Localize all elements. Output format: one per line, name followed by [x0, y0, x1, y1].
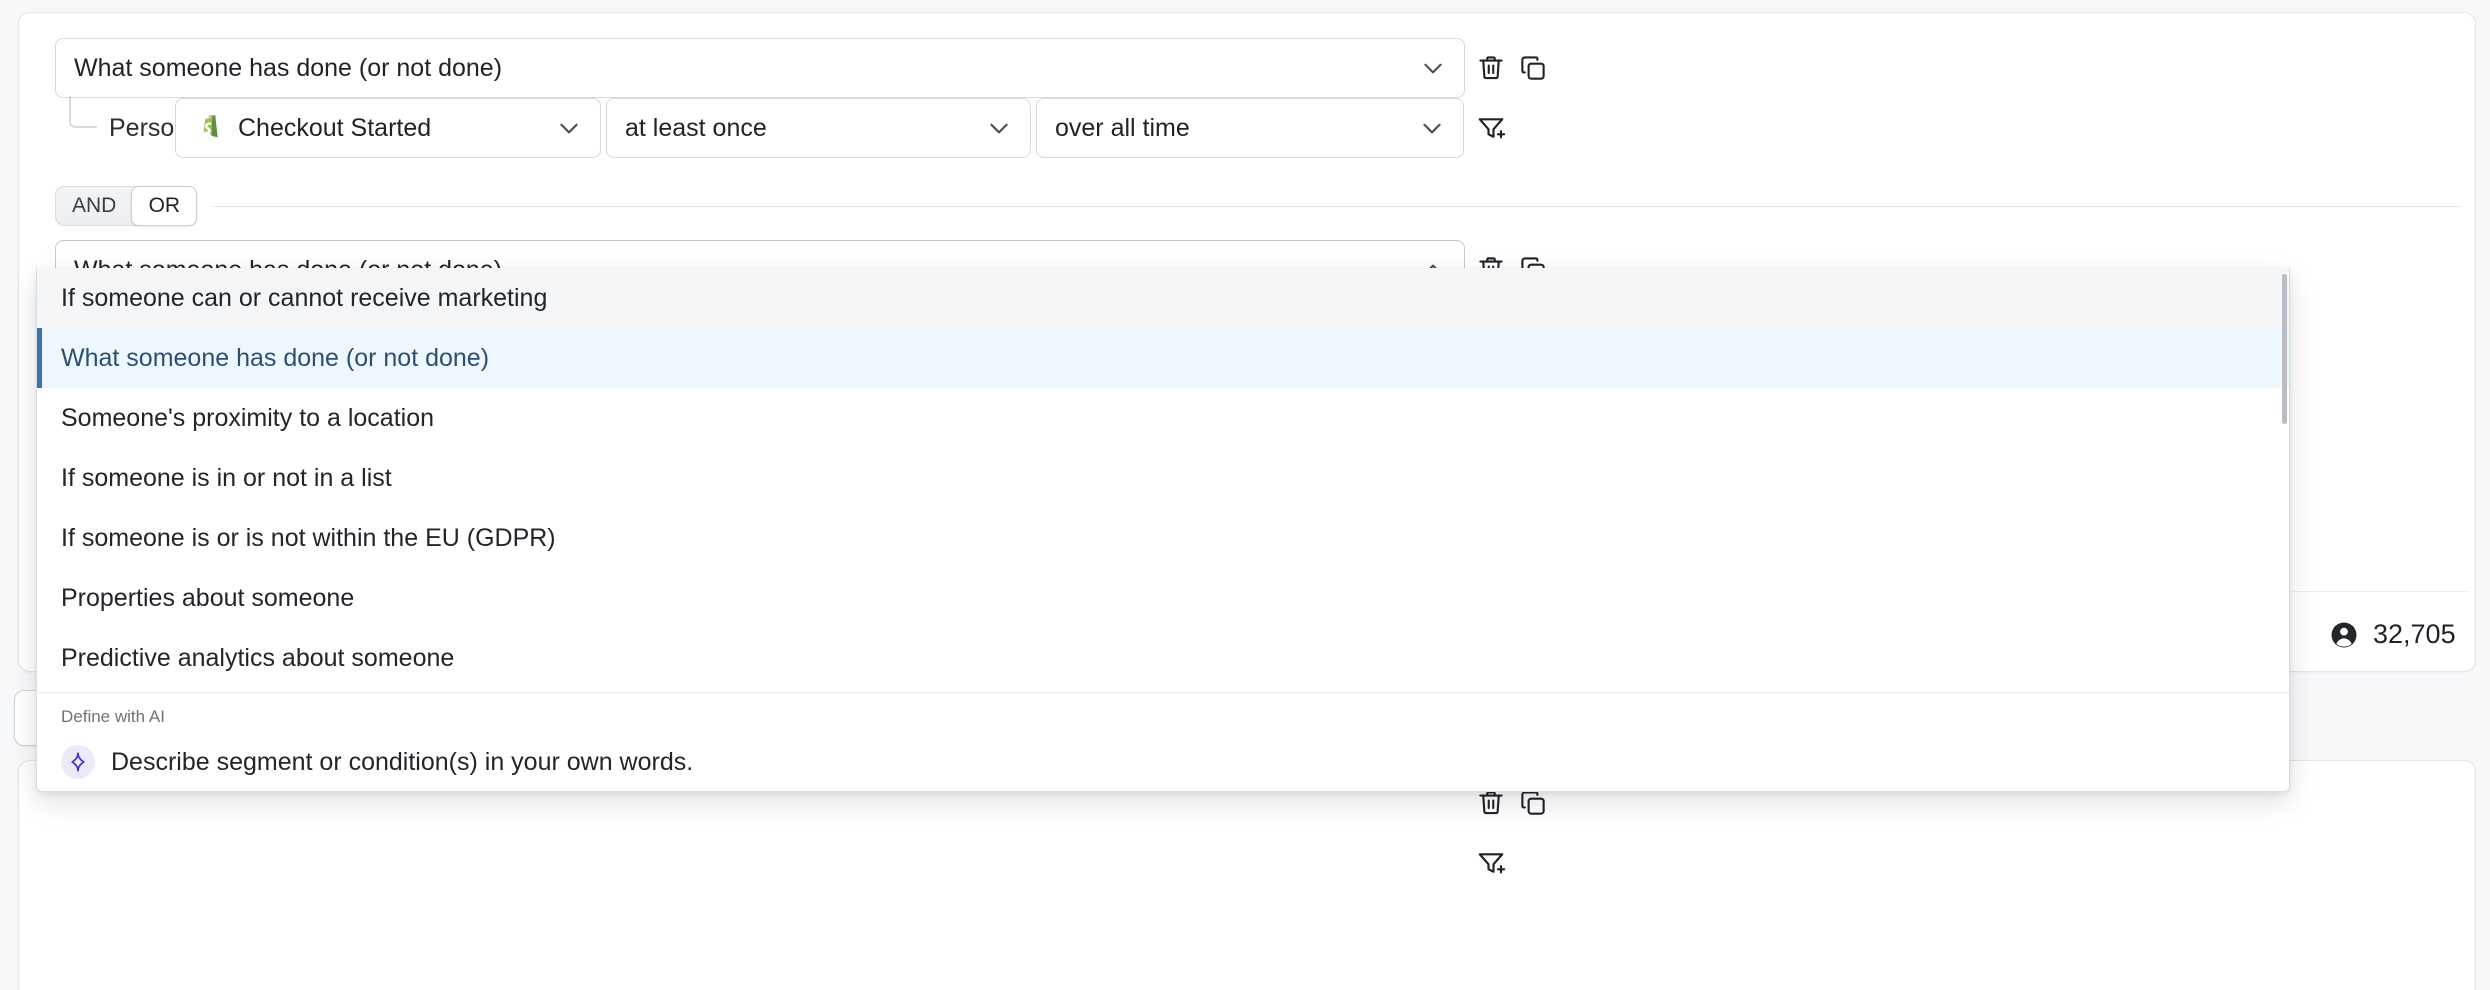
frequency-value-1: at least once [625, 114, 974, 143]
logic-option-or[interactable]: OR [131, 186, 197, 226]
chevron-down-icon [986, 115, 1012, 141]
dropdown-option-list[interactable]: If someone is in or not in a list [37, 448, 2289, 508]
dropdown-option-predictive[interactable]: Predictive analytics about someone [37, 628, 2289, 688]
describe-with-ai-option[interactable]: Describe segment or condition(s) in your… [37, 733, 2289, 791]
add-filter-button-4[interactable] [1471, 843, 1511, 883]
dropdown-scrollbar[interactable] [2282, 274, 2287, 424]
shopify-bag-icon [194, 112, 224, 144]
timeframe-value-1: over all time [1055, 114, 1407, 143]
condition-card-2 [18, 760, 2476, 990]
delete-condition-button-1[interactable] [1471, 48, 1511, 88]
dropdown-option-properties[interactable]: Properties about someone [37, 568, 2289, 628]
chevron-down-icon [1420, 55, 1446, 81]
chevron-down-icon [1419, 115, 1445, 141]
profile-count-badge: 32,705 [2329, 619, 2456, 650]
condition-type-value-1: What someone has done (or not done) [74, 54, 1408, 83]
dropdown-option-gdpr[interactable]: If someone is or is not within the EU (G… [37, 508, 2289, 568]
logic-operator-toggle[interactable]: AND OR [55, 186, 197, 226]
dropdown-option-marketing[interactable]: If someone can or cannot receive marketi… [37, 268, 2289, 328]
frequency-select-1[interactable]: at least once [606, 98, 1031, 158]
duplicate-condition-button-1[interactable] [1513, 48, 1553, 88]
dropdown-option-behavior[interactable]: What someone has done (or not done) [37, 328, 2289, 388]
add-filter-button-1[interactable] [1471, 108, 1511, 148]
timeframe-select-1[interactable]: over all time [1036, 98, 1464, 158]
sparkle-icon [61, 745, 95, 779]
define-with-ai-label: Define with AI [37, 693, 2289, 733]
logic-option-and[interactable]: AND [56, 187, 132, 225]
profile-count-value: 32,705 [2373, 619, 2456, 650]
event-value-1: Checkout Started [238, 114, 544, 143]
condition-type-select-1[interactable]: What someone has done (or not done) [55, 38, 1465, 98]
logic-operator-row: AND OR [55, 186, 2461, 226]
chevron-down-icon [556, 115, 582, 141]
condition-connector-1 [69, 96, 97, 128]
segment-builder-page: What someone has done (or not done) Pers… [0, 0, 2490, 990]
condition-type-dropdown[interactable]: If someone can or cannot receive marketi… [36, 268, 2290, 792]
describe-with-ai-label: Describe segment or condition(s) in your… [111, 748, 693, 777]
logic-divider-line [213, 206, 2461, 207]
person-icon [2329, 620, 2359, 650]
dropdown-option-location[interactable]: Someone's proximity to a location [37, 388, 2289, 448]
event-select-1[interactable]: Checkout Started [175, 98, 601, 158]
